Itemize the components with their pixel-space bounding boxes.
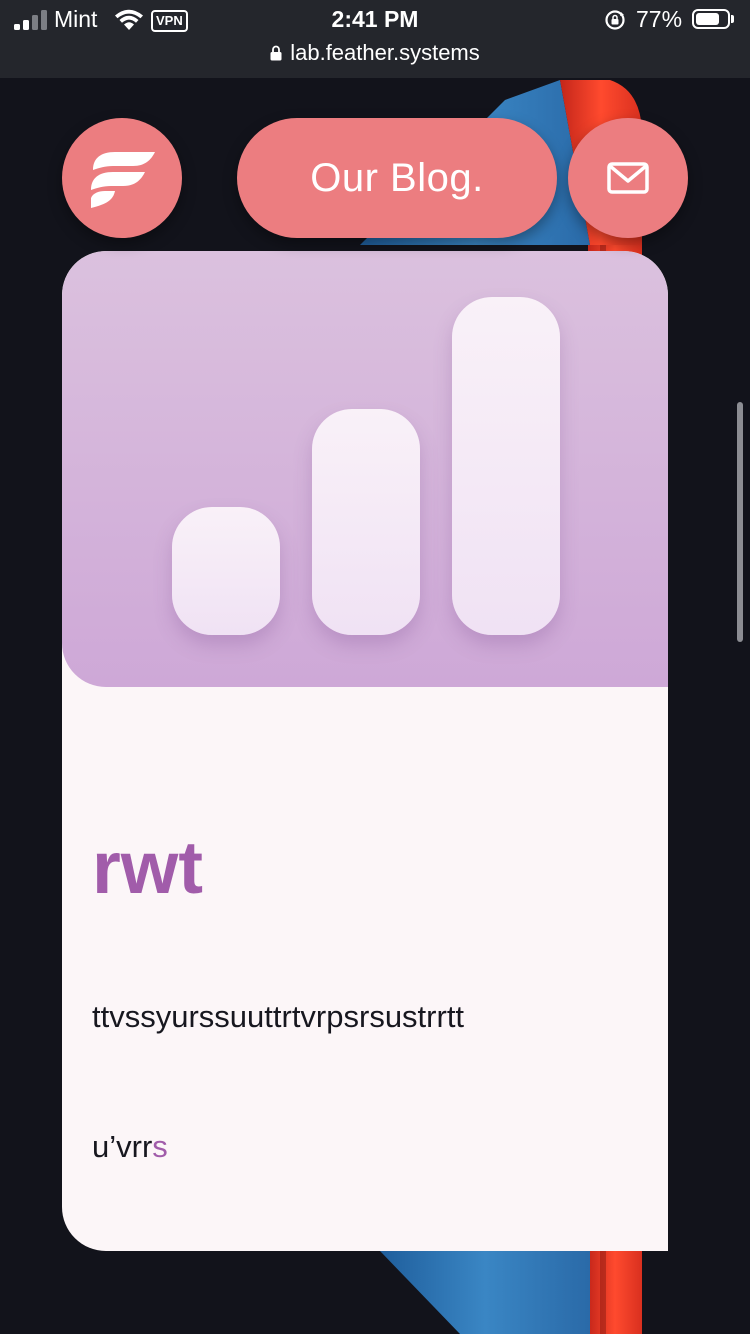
blog-button[interactable]: Our Blog.: [237, 118, 557, 238]
page: { "status_bar": { "carrier": "Mint", "vp…: [0, 0, 750, 1334]
contact-mail-button[interactable]: [568, 118, 688, 238]
post-title: rwt: [92, 826, 203, 909]
battery-percent: 77%: [636, 6, 683, 32]
hero-bar: [312, 409, 420, 635]
feather-logo-icon: [91, 152, 155, 208]
logo-button[interactable]: [62, 118, 182, 238]
hero-bar: [452, 297, 560, 635]
battery-level: [696, 13, 719, 25]
post-link-text: u’vrr: [92, 1129, 153, 1164]
blog-button-label: Our Blog.: [310, 155, 484, 200]
scrollbar[interactable]: [737, 402, 743, 642]
post-link-accent: s: [152, 1129, 168, 1164]
browser-chrome: Mint VPN 2:41 PM 77% lab.feather.systems: [0, 0, 750, 78]
url-bar[interactable]: lab.feather.systems: [0, 40, 750, 70]
post-link[interactable]: u’vrrs: [92, 1127, 168, 1167]
lock-icon: [270, 45, 282, 61]
envelope-icon: [607, 162, 649, 194]
hero-bar: [172, 507, 280, 635]
battery-tip: [731, 15, 734, 23]
card-hero-image: [62, 251, 668, 687]
url-text: lab.feather.systems: [290, 40, 480, 65]
battery-icon: [692, 9, 730, 29]
blog-post-card[interactable]: rwt ttvssyurssuuttrtvrpsrsustrrtt u’vrrs: [62, 251, 668, 1251]
status-bar: Mint VPN 2:41 PM 77%: [0, 0, 750, 40]
rotation-lock-icon: [605, 10, 625, 30]
post-excerpt: ttvssyurssuuttrtvrpsrsustrrtt: [92, 999, 465, 1034]
